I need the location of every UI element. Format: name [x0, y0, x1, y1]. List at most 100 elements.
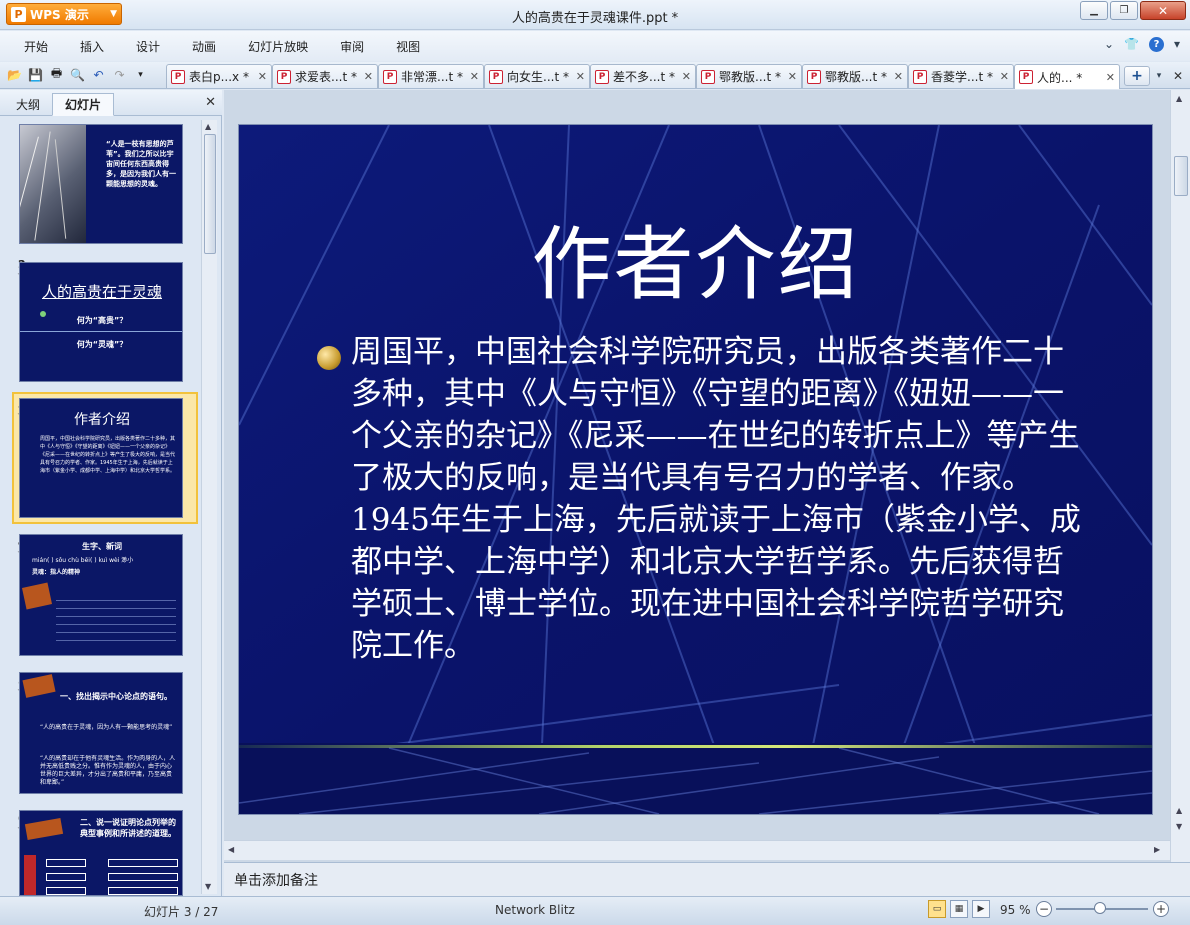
- zoom-slider-handle[interactable]: [1094, 902, 1106, 914]
- menu-slideshow[interactable]: 幻灯片放映: [232, 38, 324, 55]
- theme-name: Network Blitz: [495, 903, 575, 917]
- slide-thumbnail-3[interactable]: 3 ☆ 作者介绍 周国平，中国社会科学院研究员，出版各类著作二十多种，其中《人与…: [0, 392, 200, 524]
- new-tab-button[interactable]: +: [1124, 66, 1150, 86]
- doc-tab[interactable]: P 香菱学...t * ✕: [908, 64, 1014, 88]
- help-icon[interactable]: ?: [1148, 37, 1164, 52]
- status-bar: 幻灯片 3 / 27 Network Blitz ▭ ▦ ▶ 95 % − +: [0, 896, 1190, 925]
- print-preview-icon[interactable]: 🔍: [69, 66, 86, 83]
- scrollbar-thumb[interactable]: [1174, 156, 1188, 196]
- slide-editing-area: 作者介绍 周国平，中国社会科学院研究员，出版各类著作二十多种，其中《人与守恒》《…: [224, 90, 1190, 862]
- bullet-icon: [317, 346, 341, 370]
- doc-tab[interactable]: P 差不多...t * ✕: [590, 64, 696, 88]
- skin-shirt-icon[interactable]: 👕: [1124, 37, 1139, 52]
- slide-body-text[interactable]: 周国平，中国社会科学院研究员，出版各类著作二十多种，其中《人与守恒》《守望的距离…: [351, 331, 1091, 667]
- menu-animation[interactable]: 动画: [176, 38, 232, 55]
- window-title: 人的高贵在于灵魂课件.ppt *: [511, 11, 679, 26]
- thumbnail-scrollbar[interactable]: ▲ ▼: [201, 120, 217, 894]
- scrollbar-thumb[interactable]: [204, 134, 216, 254]
- scroll-down-icon[interactable]: ▼: [205, 882, 211, 891]
- restore-button[interactable]: ❐: [1110, 1, 1138, 20]
- thumbnail-slide-2: 人的高贵在于灵魂 何为“高贵”？ 何为“灵魂”？: [19, 262, 183, 382]
- tab-outline[interactable]: 大纲: [6, 93, 50, 116]
- slide-thumbnail-1[interactable]: 1 “人是一枝有思想的芦苇”。我们之所以比宇宙间任何东西高贵得多，是因为我们人有…: [0, 120, 200, 248]
- scroll-left-icon[interactable]: ◀: [228, 845, 234, 854]
- decorative-graphic: [22, 674, 56, 698]
- close-tab-icon[interactable]: ✕: [894, 70, 903, 83]
- ppt-file-icon: P: [913, 69, 927, 84]
- close-tab-icon[interactable]: ✕: [682, 70, 691, 83]
- normal-view-icon[interactable]: ▭: [928, 900, 946, 918]
- close-tab-icon[interactable]: ✕: [258, 70, 267, 83]
- thumbnail-slide-4: 生字、新词 mián( ) sǒu chù bēi( ) kuì wèi 渺小 …: [19, 534, 183, 656]
- close-tab-icon[interactable]: ✕: [1106, 71, 1115, 84]
- thumbnail-slide-3: 作者介绍 周国平，中国社会科学院研究员，出版各类著作二十多种，其中《人与守恒》《…: [19, 398, 183, 518]
- scroll-right-icon[interactable]: ▶: [1154, 845, 1160, 854]
- slide-thumbnail-6[interactable]: 6 ☆ 二、说一说证明论点列举的典型事例和所讲述的道理。: [0, 806, 200, 896]
- slide-horizontal-scrollbar[interactable]: ◀ ▶: [224, 840, 1170, 860]
- close-button[interactable]: ✕: [1140, 1, 1186, 20]
- tab-slides[interactable]: 幻灯片: [52, 93, 114, 116]
- close-document-icon[interactable]: ✕: [1170, 66, 1186, 86]
- close-tab-icon[interactable]: ✕: [364, 70, 373, 83]
- ppt-file-icon: P: [171, 69, 185, 84]
- doc-tab-active[interactable]: P 人的... * ✕: [1014, 64, 1120, 89]
- zoom-out-icon[interactable]: −: [1036, 901, 1052, 917]
- thumbnail-slide-1: “人是一枝有思想的芦苇”。我们之所以比宇宙间任何东西高贵得多，是因为我们人有一颗…: [19, 124, 183, 244]
- doc-tab[interactable]: P 向女生...t * ✕: [484, 64, 590, 88]
- ppt-file-icon: P: [807, 69, 821, 84]
- print-icon[interactable]: 🖶: [48, 66, 65, 83]
- slide-thumbnail-2[interactable]: 2 ☆ 人的高贵在于灵魂 何为“高贵”？ 何为“灵魂”？: [0, 252, 200, 382]
- collapse-ribbon-icon[interactable]: ⌄: [1104, 37, 1114, 52]
- close-panel-icon[interactable]: ✕: [205, 95, 216, 110]
- slides-panel: 大纲 幻灯片 ✕ 1 “人是一枝有思想的芦苇”。我们之所以比宇宙间任何东西高贵得…: [0, 90, 222, 896]
- close-tab-icon[interactable]: ✕: [576, 70, 585, 83]
- scroll-up-icon[interactable]: ▲: [205, 122, 211, 131]
- doc-tab[interactable]: P 表白p...x * ✕: [166, 64, 272, 88]
- thumbnail-slide-6: 二、说一说证明论点列举的典型事例和所讲述的道理。: [19, 810, 183, 896]
- menu-view[interactable]: 视图: [380, 38, 436, 55]
- close-tab-icon[interactable]: ✕: [788, 70, 797, 83]
- decorative-graphic: [24, 817, 64, 841]
- slide-footer-band: [239, 743, 1152, 814]
- redo-icon[interactable]: ↷: [111, 66, 128, 83]
- menu-home[interactable]: 开始: [8, 38, 64, 55]
- close-tab-icon[interactable]: ✕: [1000, 70, 1009, 83]
- zoom-in-icon[interactable]: +: [1153, 901, 1169, 917]
- slide-position: 幻灯片 3 / 27: [144, 905, 219, 919]
- slide-sorter-icon[interactable]: ▦: [950, 900, 968, 918]
- ribbon-menu-bar: 开始 插入 设计 动画 幻灯片放映 审阅 视图 ⌄ 👕 ? ▾: [0, 31, 1190, 61]
- close-tab-icon[interactable]: ✕: [470, 70, 479, 83]
- prev-slide-icon[interactable]: ▲: [1176, 806, 1182, 815]
- reed-photo: [20, 125, 86, 243]
- save-icon[interactable]: 💾: [27, 66, 44, 83]
- menu-review[interactable]: 审阅: [324, 38, 380, 55]
- customize-toolbar-icon[interactable]: ▾: [132, 66, 149, 83]
- slide-thumbnail-5[interactable]: 5 ☆ 一、找出揭示中心论点的语句。 “人的高贵在于灵魂，因为人有一颗能思考的灵…: [0, 668, 200, 800]
- slideshow-play-icon[interactable]: ▶: [972, 900, 990, 918]
- decorative-graphic: [21, 582, 53, 610]
- doc-tab[interactable]: P 非常漂...t * ✕: [378, 64, 484, 88]
- slide-divider-line: [239, 745, 1152, 748]
- undo-icon[interactable]: ↶: [90, 66, 107, 83]
- doc-tab[interactable]: P 鄂教版...t * ✕: [696, 64, 802, 88]
- slide-vertical-scrollbar[interactable]: ▲ ▲ ▼: [1170, 90, 1190, 862]
- slide-thumbnail-4[interactable]: 4 ☆ 生字、新词 mián( ) sǒu chù bēi( ) kuì wèi…: [0, 530, 200, 662]
- doc-tab[interactable]: P 鄂教版...t * ✕: [802, 64, 908, 88]
- help-chevron-icon[interactable]: ▾: [1174, 37, 1180, 52]
- notes-pane[interactable]: 单击添加备注: [224, 862, 1190, 896]
- ppt-file-icon: P: [701, 69, 715, 84]
- doc-tab[interactable]: P 求爱表...t * ✕: [272, 64, 378, 88]
- notes-placeholder: 单击添加备注: [234, 873, 318, 889]
- menu-design[interactable]: 设计: [120, 38, 176, 55]
- ppt-file-icon: P: [595, 69, 609, 84]
- current-slide[interactable]: 作者介绍 周国平，中国社会科学院研究员，出版各类著作二十多种，其中《人与守恒》《…: [239, 125, 1152, 814]
- next-slide-icon[interactable]: ▼: [1176, 822, 1182, 831]
- open-folder-icon[interactable]: 📂: [6, 66, 23, 83]
- thumbnail-slide-5: 一、找出揭示中心论点的语句。 “人的高贵在于灵魂，因为人有一颗能思考的灵魂” “…: [19, 672, 183, 794]
- ppt-file-icon: P: [383, 69, 397, 84]
- menu-insert[interactable]: 插入: [64, 38, 120, 55]
- scroll-up-icon[interactable]: ▲: [1176, 94, 1182, 103]
- minimize-button[interactable]: ▁: [1080, 1, 1108, 20]
- tab-list-chevron-icon[interactable]: ▾: [1152, 66, 1166, 86]
- slide-title[interactable]: 作者介绍: [239, 200, 1152, 316]
